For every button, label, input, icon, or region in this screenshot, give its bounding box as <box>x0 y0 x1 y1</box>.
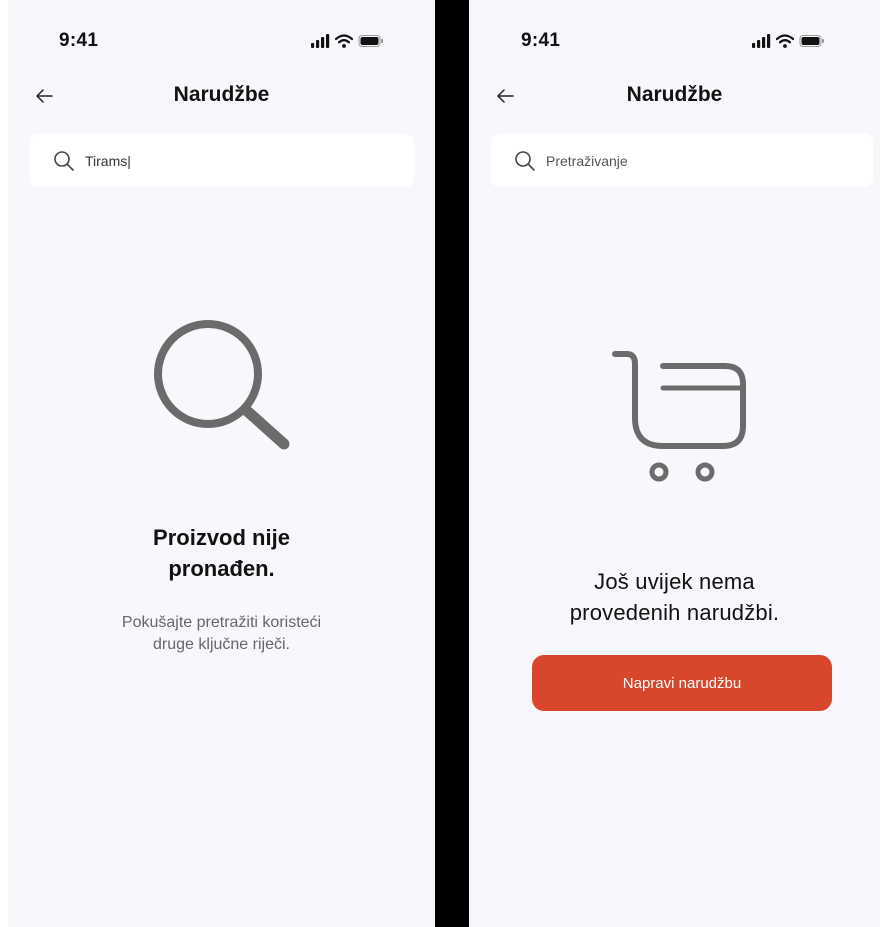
search-bar <box>30 134 414 187</box>
page-title: Narudžbe <box>173 83 270 106</box>
search-bar <box>491 134 873 187</box>
status-icons <box>310 34 384 48</box>
empty-title-line1: Još uvijek nema <box>594 569 755 594</box>
screen-no-results: 9:41 Narudžbe Tirams| Proizvod nije pron… <box>8 0 435 927</box>
search-icon <box>515 150 535 171</box>
cart-icon <box>612 351 746 482</box>
status-time: 9:41 <box>521 30 561 51</box>
empty-title-line1: Proizvod nije <box>153 525 290 550</box>
search-input[interactable] <box>85 152 385 169</box>
screen-divider <box>435 0 469 927</box>
status-bar: 9:41 <box>8 30 435 54</box>
wifi-icon <box>776 34 794 48</box>
status-bar: 9:41 <box>469 30 880 54</box>
wifi-icon <box>335 34 353 48</box>
magnifier-icon <box>154 320 290 450</box>
empty-description-line2: druge ključne riječi. <box>153 636 290 653</box>
signal-icon <box>311 34 330 48</box>
page-title: Narudžbe <box>626 83 723 106</box>
empty-description-line1: Pokušajte pretražiti koristeći <box>121 614 322 631</box>
battery-icon <box>358 35 383 47</box>
empty-title-line2: pronađen. <box>168 556 275 581</box>
search-icon <box>54 150 74 171</box>
signal-icon <box>752 34 771 48</box>
battery-icon <box>799 35 824 47</box>
nav-bar: Narudžbe <box>469 80 880 112</box>
create-order-button[interactable]: Napravi narudžbu <box>532 655 832 711</box>
search-input[interactable] <box>546 152 846 169</box>
nav-bar: Narudžbe <box>8 80 435 112</box>
canvas: 9:41 Narudžbe Tirams| Proizvod nije pron… <box>0 0 880 927</box>
empty-title: Još uvijek nema provedenih narudžbi. <box>469 566 880 628</box>
empty-description: Pokušajte pretražiti koristeći druge klj… <box>8 612 435 656</box>
empty-title-line2: provedenih narudžbi. <box>569 600 780 625</box>
status-icons <box>751 34 825 48</box>
status-time: 9:41 <box>59 30 99 51</box>
empty-title: Proizvod nije pronađen. <box>8 522 435 584</box>
screen-no-orders: 9:41 Narudžbe Pretraživanje Još uvijek n… <box>469 0 880 927</box>
